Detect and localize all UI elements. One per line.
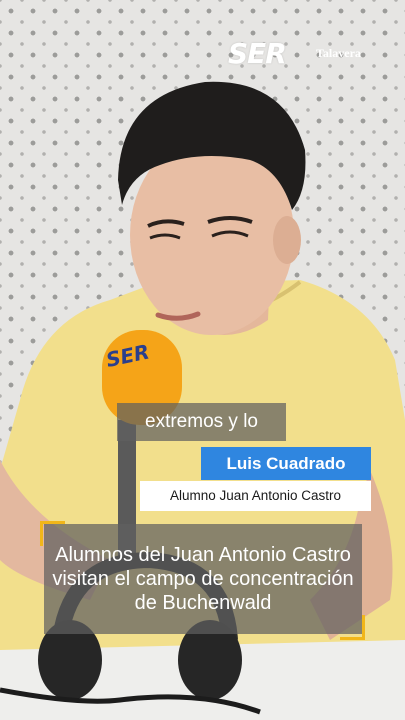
ser-logo: SER — [228, 37, 287, 70]
headline-text: Alumnos del Juan Antonio Castro visitan … — [52, 544, 354, 614]
speaker-role-label: Alumno Juan Antonio Castro — [140, 481, 371, 511]
speaker-name-badge: Luis Cuadrado — [201, 447, 371, 480]
headline-corner-bottom-right — [340, 615, 365, 640]
live-subtitle: extremos y lo — [117, 403, 286, 441]
ser-brand: SER Talavera — [228, 38, 378, 70]
headline-caption: Alumnos del Juan Antonio Castro visitan … — [44, 524, 362, 634]
station-name: Talavera — [316, 46, 361, 60]
